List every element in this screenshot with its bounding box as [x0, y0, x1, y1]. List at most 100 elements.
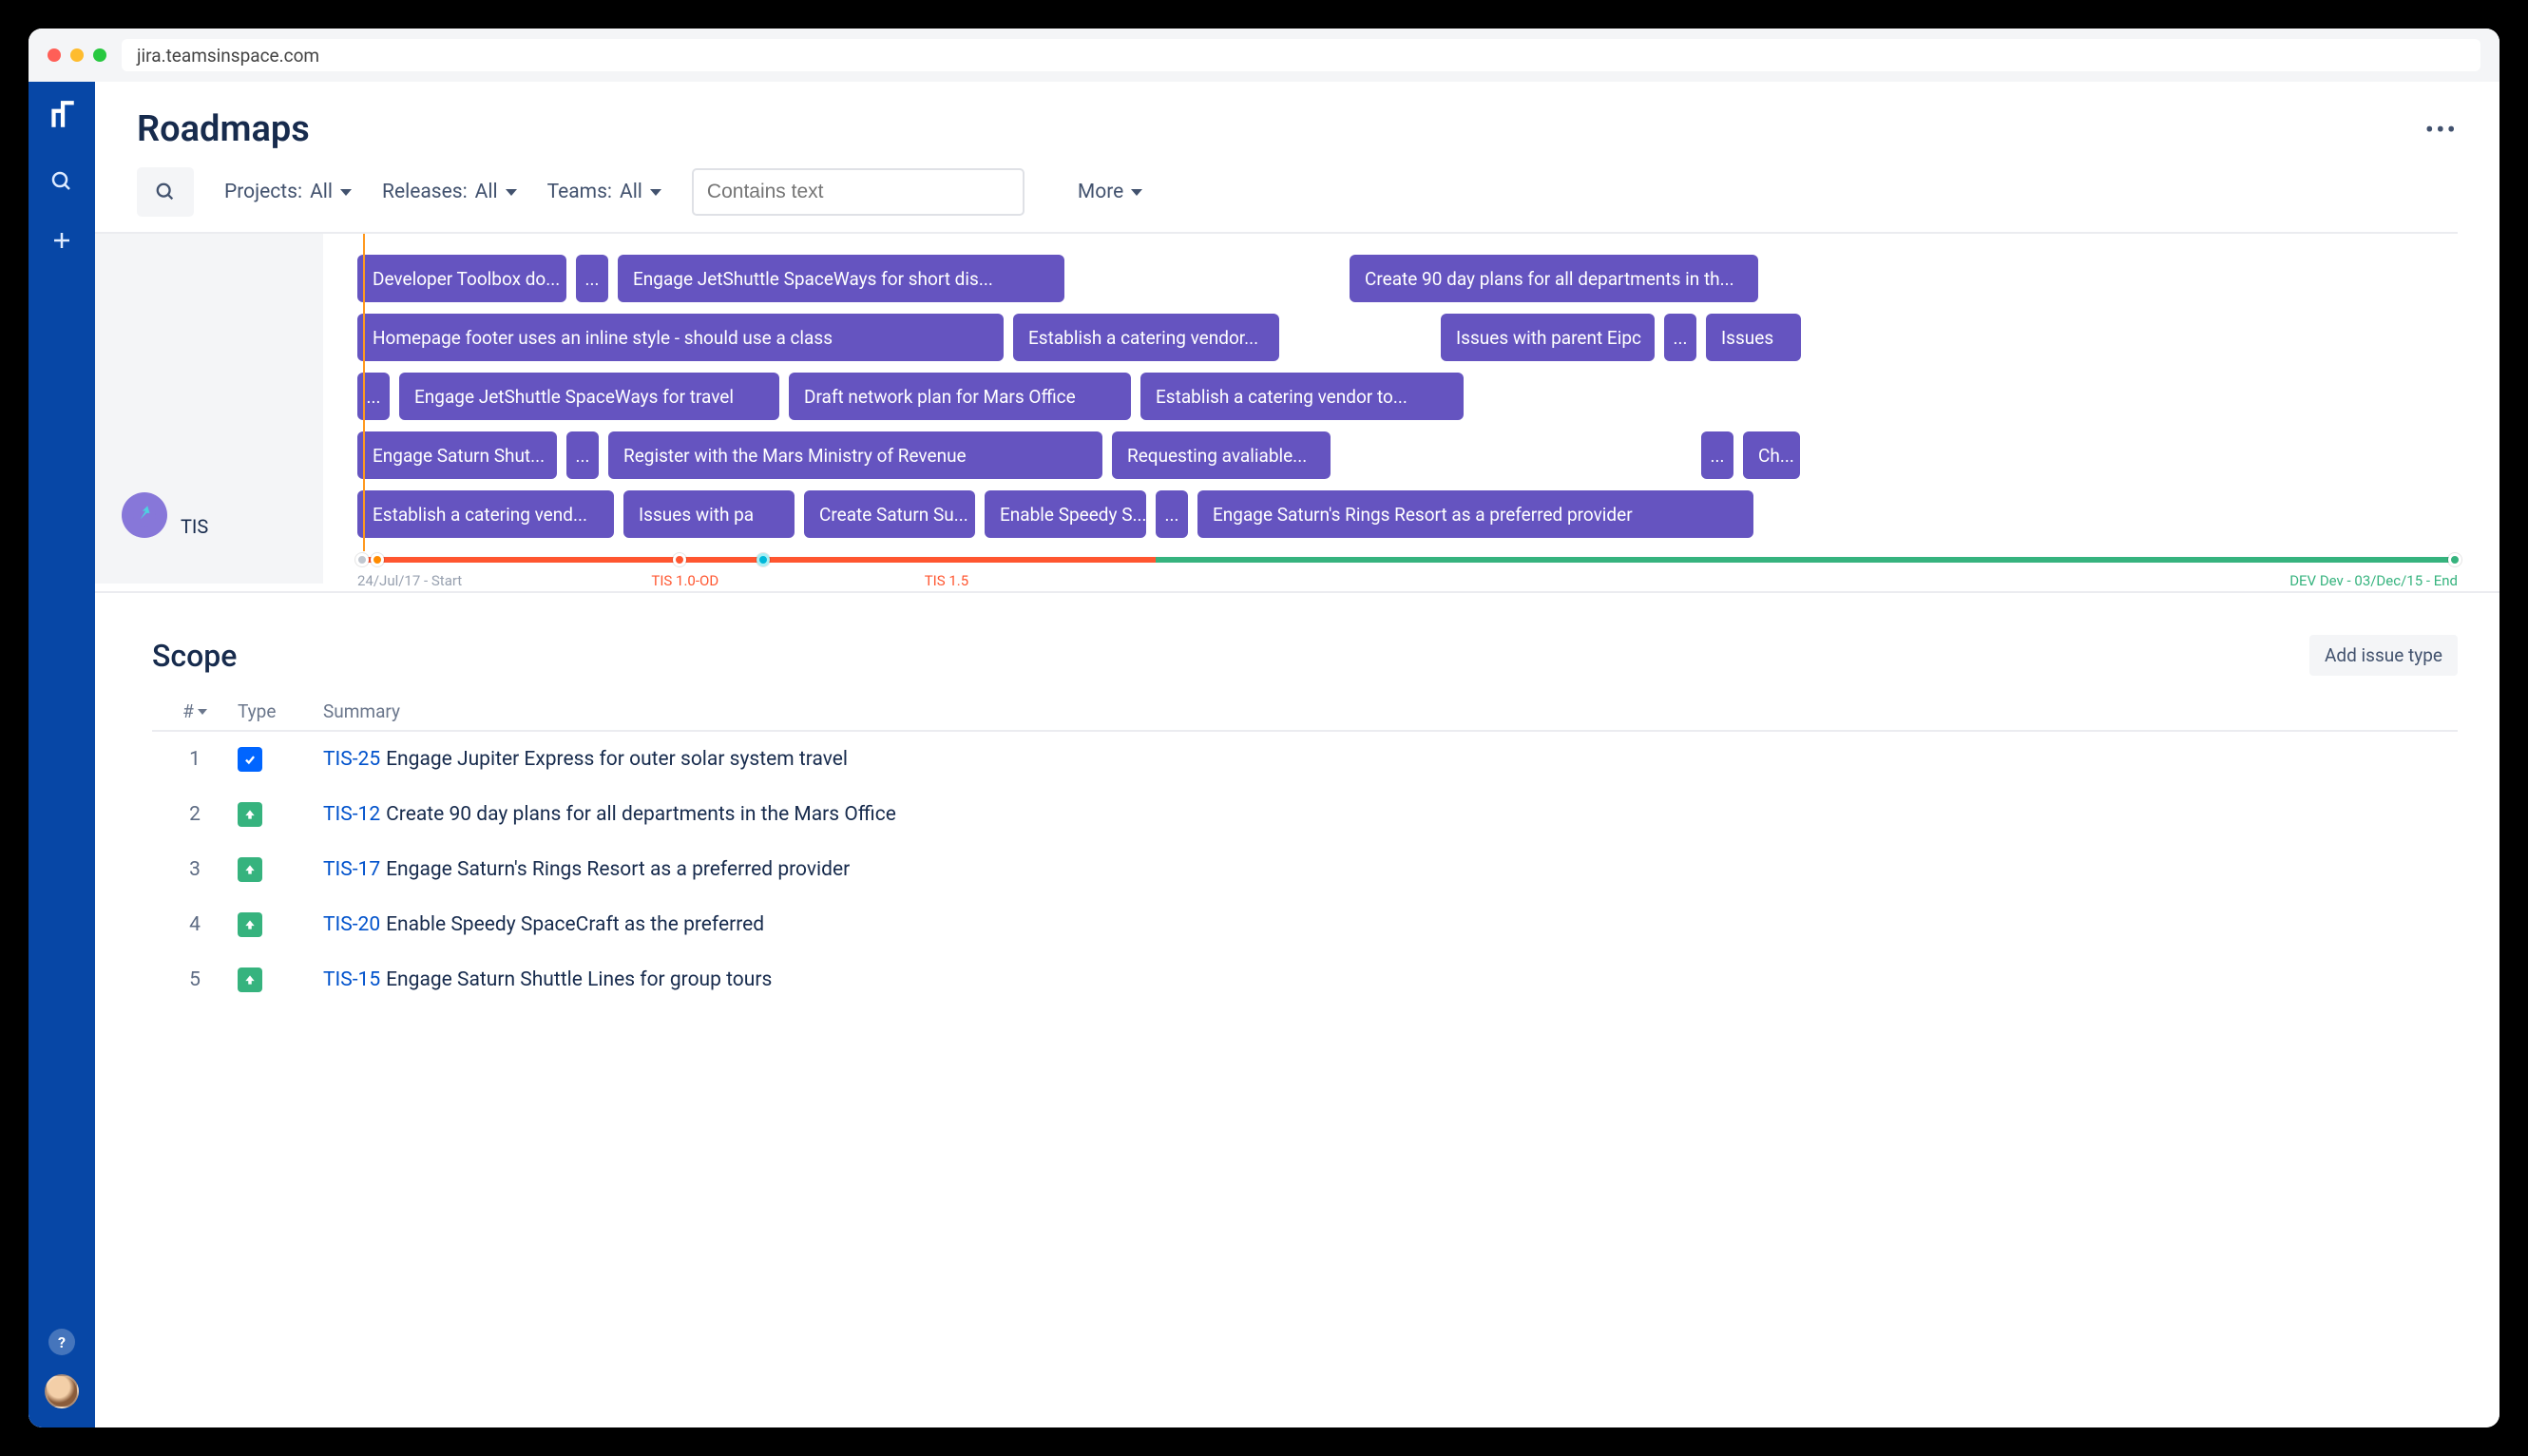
text-filter-input[interactable] — [692, 168, 1025, 216]
projects-filter[interactable]: Projects: All — [224, 181, 352, 203]
timeline-row: Establish a catering vend...Issues with … — [357, 490, 2458, 538]
roadmap-card[interactable]: Engage Saturn Shut... — [357, 431, 557, 479]
roadmap-card-overflow[interactable]: ... — [1664, 314, 1696, 361]
task-icon — [238, 747, 262, 772]
timeline-axis: 24/Jul/17 - Start TIS 1.0-OD TIS 1.5 DEV… — [357, 549, 2458, 584]
roadmap-card[interactable]: Create Saturn Su... — [804, 490, 975, 538]
roadmap-card[interactable]: Issues with parent Eipc — [1441, 314, 1655, 361]
axis-end-label: DEV Dev - 03/Dec/15 - End — [2289, 572, 2458, 589]
col-num-header[interactable]: # — [152, 700, 238, 722]
row-number: 5 — [152, 968, 238, 991]
releases-filter[interactable]: Releases: All — [382, 181, 517, 203]
issue-key-link[interactable]: TIS-25 — [323, 748, 380, 771]
axis-today-marker — [371, 553, 384, 566]
close-window-button[interactable] — [48, 48, 61, 62]
scope-row[interactable]: 5 TIS-15 Engage Saturn Shuttle Lines for g… — [152, 952, 2458, 1007]
roadmap-card-overflow[interactable]: ... — [566, 431, 599, 479]
help-icon[interactable]: ? — [48, 1329, 75, 1355]
scope-table: # Type Summary 1TIS-25Engage Jupiter Exp… — [152, 693, 2458, 1007]
roadmap-card-overflow[interactable]: ... — [1156, 490, 1188, 538]
roadmap-card[interactable]: Engage Saturn's Rings Resort as a prefer… — [1197, 490, 1753, 538]
roadmap-card[interactable]: Engage JetShuttle SpaceWays for short di… — [618, 255, 1064, 302]
filter-search-button[interactable] — [137, 167, 194, 217]
scope-row[interactable]: 1TIS-25Engage Jupiter Express for outer … — [152, 732, 2458, 787]
scope-row[interactable]: 4 TIS-20 Enable Speedy SpaceCraft as the p… — [152, 897, 2458, 952]
url-bar[interactable]: jira.teamsinspace.com — [122, 39, 2480, 71]
roadmap-card[interactable]: Establish a catering vendor... — [1013, 314, 1279, 361]
issue-key-link[interactable]: TIS-20 — [323, 913, 380, 936]
improvement-icon — [238, 912, 262, 937]
projects-label: Projects: — [224, 181, 302, 203]
axis-m2-label: TIS 1.5 — [925, 572, 968, 589]
create-icon[interactable] — [49, 228, 74, 253]
scope-section: Scope Add issue type # Type Summary 1TIS… — [95, 593, 2499, 1007]
roadmap-card[interactable]: Draft network plan for Mars Office — [789, 373, 1131, 420]
minimize-window-button[interactable] — [70, 48, 84, 62]
row-summary: TIS-17 Engage Saturn's Rings Resort as a … — [323, 858, 2458, 881]
row-type — [238, 912, 323, 937]
user-avatar[interactable] — [45, 1374, 79, 1408]
issue-key-link[interactable]: TIS-12 — [323, 803, 380, 826]
row-type — [238, 967, 323, 992]
zoom-window-button[interactable] — [93, 48, 106, 62]
issue-summary-text: Enable Speedy SpaceCraft as the preferre… — [386, 913, 764, 936]
roadmap-card[interactable]: Establish a catering vend... — [357, 490, 614, 538]
today-indicator — [363, 234, 365, 551]
issue-summary-text: Engage Jupiter Express for outer solar s… — [386, 748, 848, 771]
timeline-row: Developer Toolbox do...... Engage JetShut… — [357, 255, 2458, 302]
row-number: 3 — [152, 858, 238, 881]
add-issue-type-button[interactable]: Add issue type — [2309, 635, 2458, 676]
row-number: 4 — [152, 913, 238, 936]
more-filter[interactable]: More — [1078, 181, 1142, 203]
more-actions-button[interactable]: ••• — [2425, 114, 2458, 145]
row-number: 2 — [152, 803, 238, 826]
roadmap-card[interactable]: Homepage footer uses an inline style - s… — [357, 314, 1004, 361]
issue-key-link[interactable]: TIS-15 — [323, 968, 380, 991]
row-type — [238, 857, 323, 882]
axis-milestone-2[interactable] — [756, 553, 770, 566]
teams-filter[interactable]: Teams: All — [547, 181, 661, 203]
roadmap-card[interactable]: Register with the Mars Ministry of Reven… — [608, 431, 1102, 479]
roadmap-card-overflow[interactable]: ... — [576, 255, 608, 302]
roadmap-card[interactable]: Establish a catering vendor to... — [1140, 373, 1464, 420]
page-title: Roadmaps — [137, 108, 2425, 150]
row-summary: TIS-20 Enable Speedy SpaceCraft as the pr… — [323, 913, 2458, 936]
roadmap-card[interactable]: Developer Toolbox do... — [357, 255, 566, 302]
roadmap-card[interactable]: Issues — [1706, 314, 1801, 361]
issue-summary-text: Create 90 day plans for all departments … — [386, 803, 896, 826]
timeline-row: Engage Saturn Shut...... Register with th… — [357, 431, 2458, 479]
improvement-icon — [238, 802, 262, 827]
scope-title: Scope — [152, 638, 2309, 674]
scope-row[interactable]: 2 TIS-12 Create 90 day plans for all depar… — [152, 787, 2458, 842]
sort-icon — [198, 709, 207, 715]
roadmap-card[interactable]: Ch... — [1743, 431, 1800, 479]
scope-row[interactable]: 3 TIS-17 Engage Saturn's Rings Resort as a… — [152, 842, 2458, 897]
improvement-icon — [238, 857, 262, 882]
improvement-icon — [238, 967, 262, 992]
issue-summary-text: Engage Saturn's Rings Resort as a prefer… — [386, 858, 850, 881]
col-type-header[interactable]: Type — [238, 700, 323, 722]
timeline-grid: Developer Toolbox do......Engage JetShut… — [323, 234, 2458, 584]
issue-summary-text: Engage Saturn Shuttle Lines for group to… — [386, 968, 772, 991]
timeline-row: Homepage footer uses an inline style - s… — [357, 314, 2458, 361]
roadmap-card[interactable]: Engage JetShuttle SpaceWays for travel — [399, 373, 779, 420]
roadmap-card[interactable]: Create 90 day plans for all departments … — [1350, 255, 1758, 302]
teams-label: Teams: — [547, 181, 612, 203]
row-summary: TIS-12 Create 90 day plans for all depart… — [323, 803, 2458, 826]
roadmap-card[interactable]: Requesting avaliable... — [1112, 431, 1331, 479]
browser-window: jira.teamsinspace.com ? Roadmaps ••• — [29, 29, 2499, 1427]
col-summary-header[interactable]: Summary — [323, 700, 2458, 722]
roadmap-panel: TIS Developer Toolbox do......Engage Jet… — [95, 234, 2499, 584]
chevron-down-icon — [1131, 189, 1142, 196]
issue-key-link[interactable]: TIS-17 — [323, 858, 380, 881]
jira-logo[interactable] — [46, 99, 78, 135]
team-avatar[interactable] — [122, 492, 167, 538]
axis-milestone-1[interactable] — [673, 553, 686, 566]
row-summary: TIS-25 Engage Jupiter Express for outer s… — [323, 748, 2458, 771]
search-icon[interactable] — [49, 169, 74, 194]
roadmap-card[interactable]: Enable Speedy S... — [985, 490, 1146, 538]
timeline-row: ...Engage JetShuttle SpaceWays for trave… — [357, 373, 2458, 420]
roadmap-card-overflow[interactable]: ... — [1701, 431, 1733, 479]
releases-value: All — [475, 181, 498, 203]
roadmap-card[interactable]: Issues with pa — [623, 490, 795, 538]
